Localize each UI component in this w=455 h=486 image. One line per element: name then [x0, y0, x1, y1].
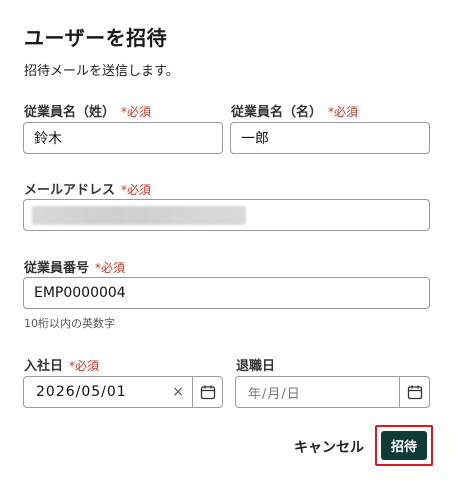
email-input[interactable] [23, 199, 430, 231]
employee-number-label-text: 従業員番号 [24, 261, 90, 276]
dialog-subtitle: 招待メールを送信します。 [24, 64, 179, 79]
calendar-icon-svg [407, 385, 422, 400]
join-date-input[interactable]: 2026/05/01 × [23, 376, 223, 408]
required-mark: *必須 [328, 105, 359, 119]
leave-date-label-text: 退職日 [236, 359, 276, 374]
required-mark: *必須 [69, 359, 100, 373]
first-name-label-text: 従業員名（名） [231, 105, 323, 120]
redacted-email [32, 206, 246, 225]
last-name-input[interactable]: 鈴木 [23, 122, 223, 154]
calendar-icon-svg [200, 385, 215, 400]
leave-date-placeholder: 年/月/日 [248, 386, 301, 402]
first-name-label: 従業員名（名） *必須 [231, 101, 358, 120]
join-date-label-text: 入社日 [24, 359, 64, 374]
join-date-label: 入社日 *必須 [24, 355, 99, 374]
calendar-icon[interactable] [399, 377, 429, 407]
cancel-button[interactable]: キャンセル [294, 437, 364, 457]
invite-button[interactable]: 招待 [381, 431, 427, 460]
email-label: メールアドレス *必須 [24, 179, 151, 198]
calendar-icon[interactable] [192, 377, 222, 407]
first-name-value: 一郎 [241, 131, 269, 147]
last-name-label: 従業員名（姓） *必須 [24, 101, 151, 120]
required-mark: *必須 [95, 261, 126, 275]
clear-icon[interactable]: × [172, 384, 184, 400]
last-name-label-text: 従業員名（姓） [24, 105, 116, 120]
required-mark: *必須 [121, 183, 152, 197]
leave-date-input[interactable]: 年/月/日 [235, 376, 430, 408]
employee-number-label: 従業員番号 *必須 [24, 257, 125, 276]
join-date-value: 2026/05/01 [36, 384, 127, 400]
employee-number-hint: 10桁以内の英数字 [24, 317, 115, 330]
last-name-value: 鈴木 [34, 131, 62, 147]
first-name-input[interactable]: 一郎 [230, 122, 430, 154]
required-mark: *必須 [121, 105, 152, 119]
invite-user-dialog: ユーザーを招待 招待メールを送信します。 従業員名（姓） *必須 鈴木 従業員名（… [0, 0, 455, 486]
employee-number-input[interactable]: EMP0000004 [23, 277, 430, 309]
dialog-title: ユーザーを招待 [24, 26, 168, 50]
invite-button-highlight: 招待 [375, 425, 433, 466]
employee-number-value: EMP0000004 [34, 285, 126, 301]
leave-date-label: 退職日 [236, 355, 275, 374]
email-label-text: メールアドレス [24, 183, 116, 198]
